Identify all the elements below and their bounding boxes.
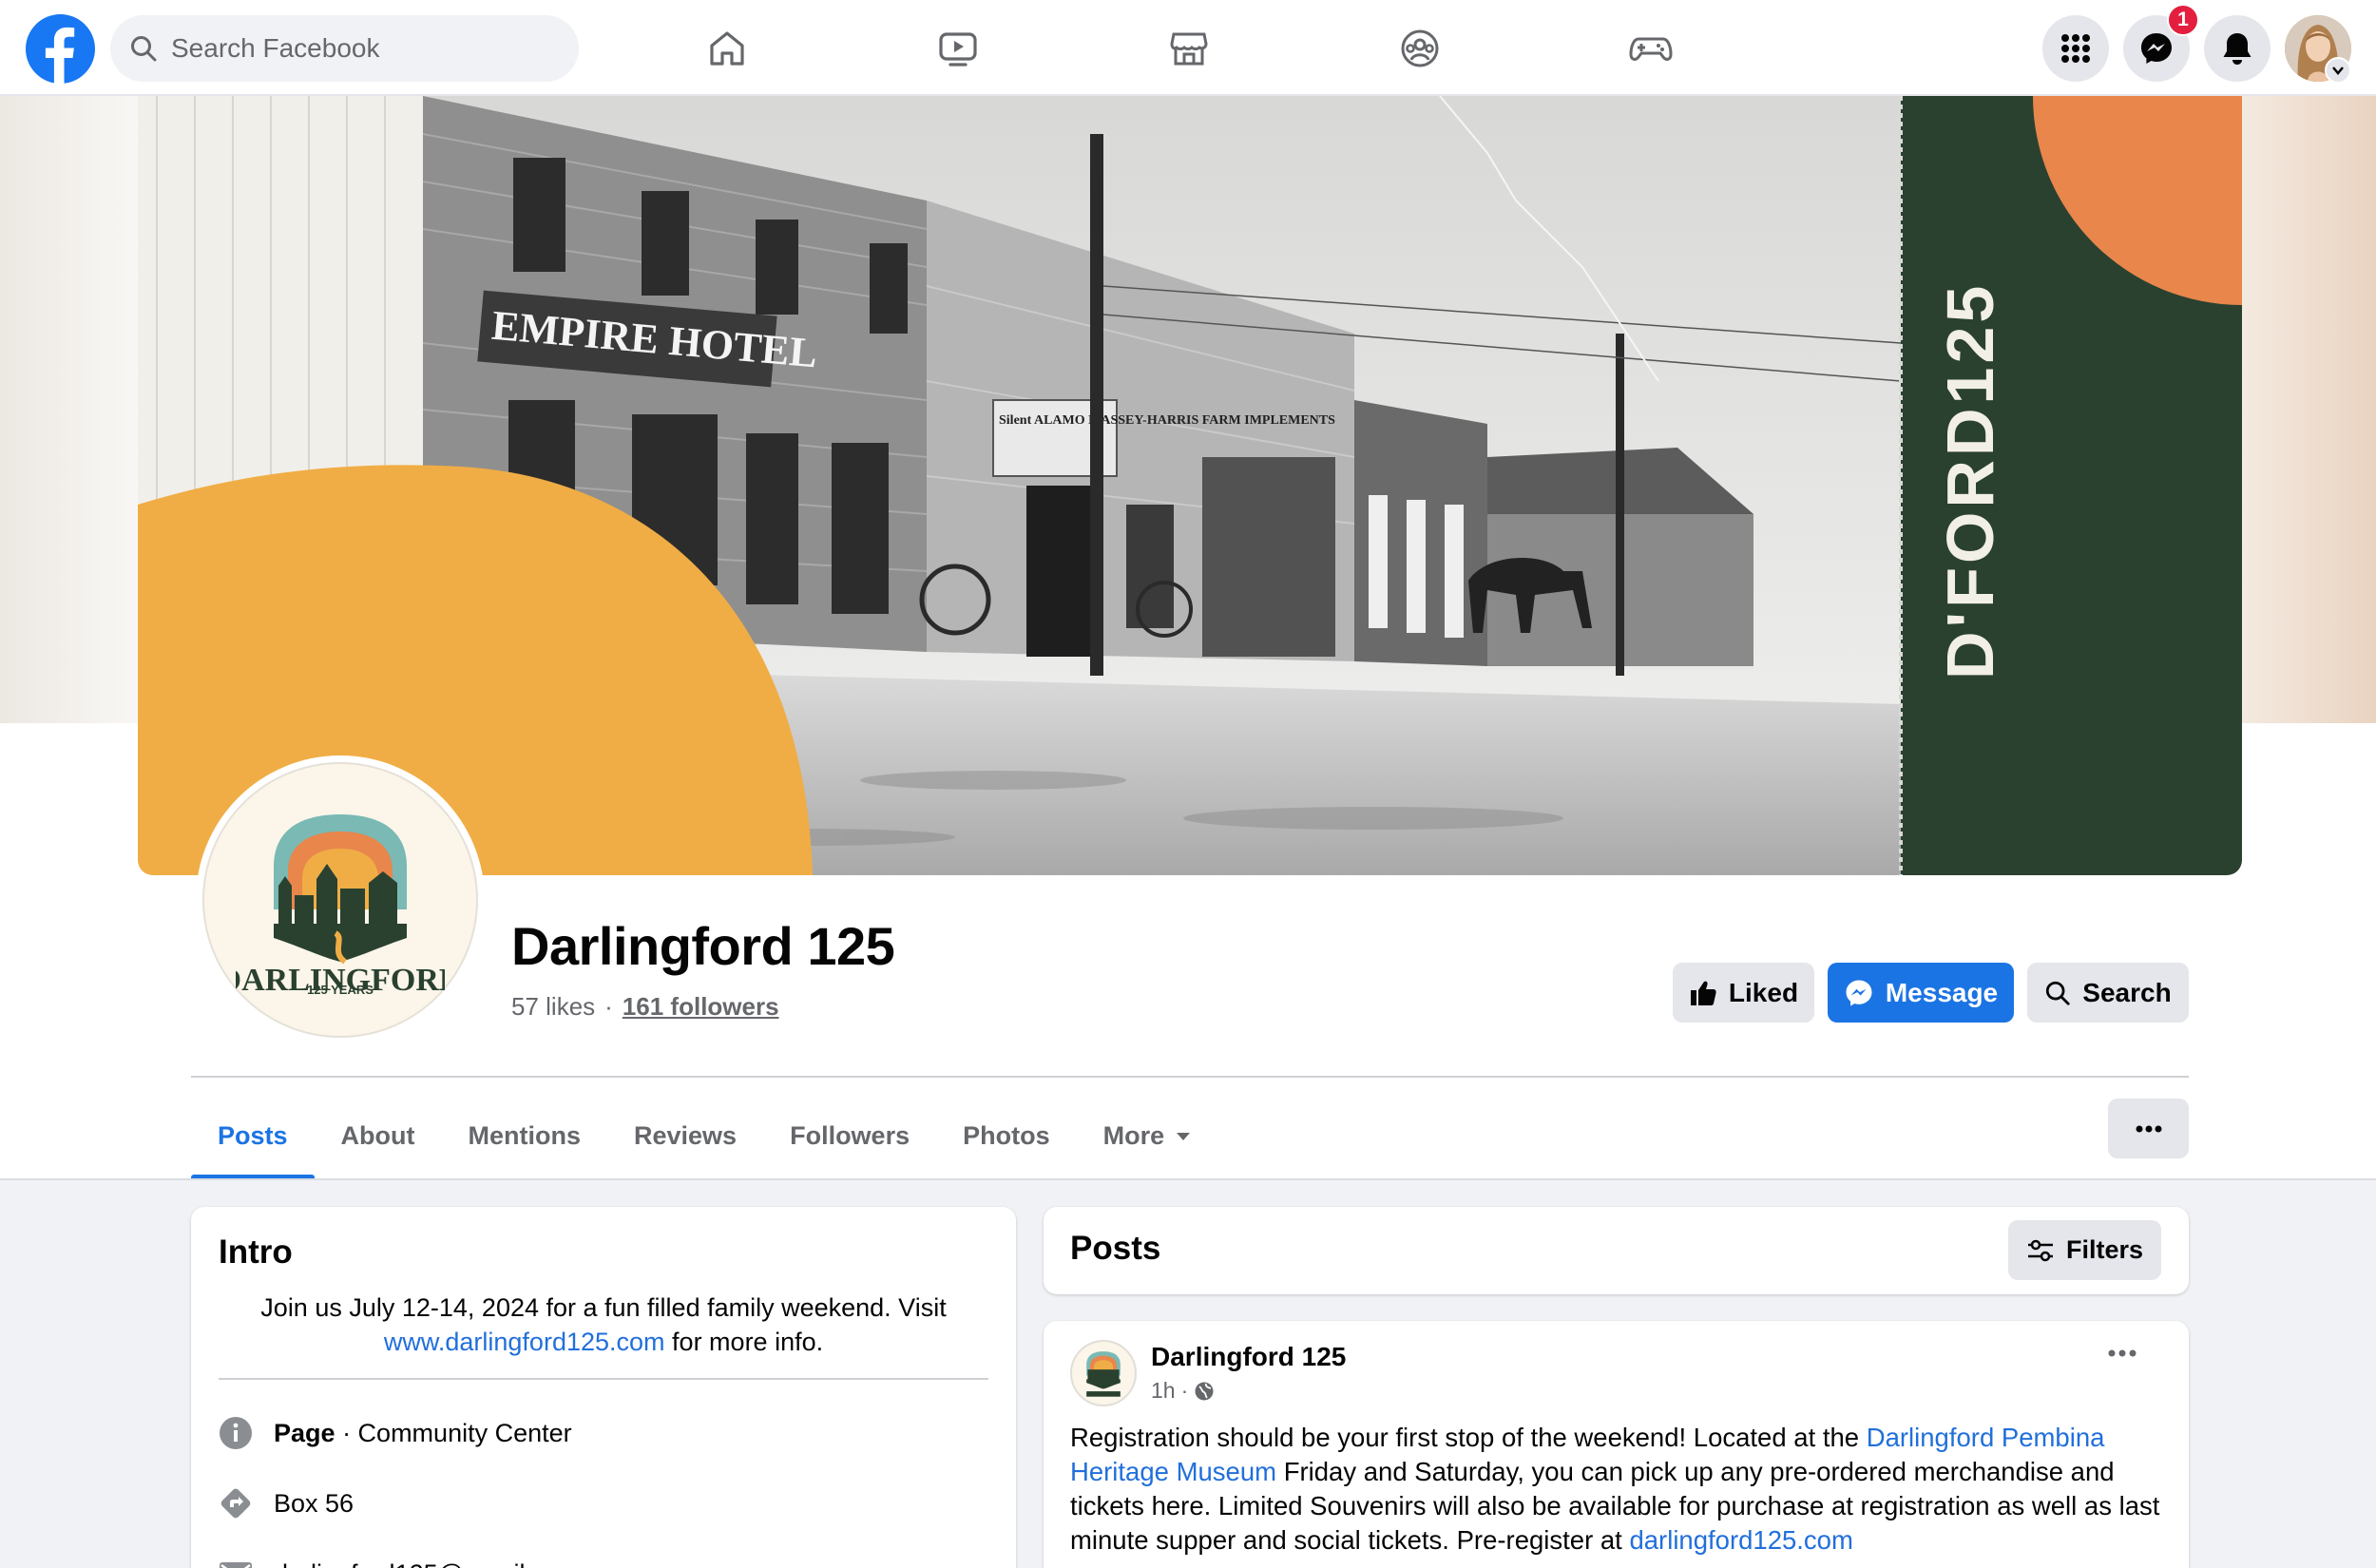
tab-reviews[interactable]: Reviews (607, 1093, 763, 1179)
thumbs-up-icon (1689, 979, 1717, 1007)
search-box[interactable] (110, 15, 579, 82)
profile-tabs: Posts About Mentions Reviews Followers P… (191, 1093, 1217, 1179)
account-chevron-down-icon[interactable] (2325, 57, 2351, 84)
intro-bio: Join us July 12-14, 2024 for a fun fille… (260, 1293, 947, 1356)
ellipsis-icon (2136, 1125, 2162, 1133)
tab-followers[interactable]: Followers (763, 1093, 936, 1179)
home-icon[interactable] (670, 19, 784, 78)
stats-separator: · (604, 992, 613, 1021)
info-icon (219, 1416, 253, 1450)
globe-icon (1194, 1381, 1215, 1402)
page-stats: 57 likes · 161 followers (511, 992, 779, 1022)
caret-down-icon (1176, 1131, 1191, 1142)
register-link[interactable]: darlingford125.com (1629, 1525, 1852, 1555)
post-author-avatar[interactable] (1070, 1340, 1137, 1406)
post-author-name[interactable]: Darlingford 125 (1151, 1342, 1346, 1372)
search-icon (2044, 980, 2071, 1006)
category-value: · Community Center (342, 1418, 572, 1447)
likes-count: 57 likes (511, 992, 596, 1021)
logo-subtext: 125 YEARS (307, 983, 374, 997)
video-icon[interactable] (901, 19, 1015, 78)
facebook-logo-icon[interactable] (26, 14, 95, 84)
category-label: Page (274, 1418, 335, 1447)
cover-photo[interactable]: EMPIRE HOTEL Silent ALAMO MASSEY-HARRIS … (138, 96, 2242, 875)
followers-link[interactable]: 161 followers (623, 992, 779, 1022)
groups-icon[interactable] (1363, 19, 1477, 78)
search-page-button[interactable]: Search (2027, 963, 2189, 1023)
ellipsis-icon (2108, 1349, 2136, 1357)
messenger-badge: 1 (2167, 4, 2199, 36)
tab-about[interactable]: About (315, 1093, 442, 1179)
intro-title: Intro (219, 1233, 293, 1271)
tab-more[interactable]: More (1077, 1093, 1218, 1179)
email-icon (219, 1557, 253, 1568)
notifications-icon[interactable] (2204, 15, 2271, 82)
page-title: Darlingford 125 (511, 916, 895, 976)
cover-side-text: D'FORD125 (1933, 282, 2007, 679)
post-body: Registration should be your first stop o… (1070, 1423, 2160, 1555)
post-options-button[interactable] (2108, 1349, 2136, 1357)
intro-email-row: darlingford125@gmail (219, 1557, 526, 1568)
filters-button[interactable]: Filters (2008, 1220, 2161, 1280)
profile-picture[interactable]: DARLINGFORD (196, 755, 485, 1044)
intro-divider (219, 1378, 988, 1380)
gaming-icon[interactable] (1594, 19, 1708, 78)
filters-icon (2026, 1238, 2055, 1263)
tab-photos[interactable]: Photos (936, 1093, 1077, 1179)
header-divider (191, 1076, 2189, 1078)
message-button[interactable]: Message (1828, 963, 2014, 1023)
liked-button[interactable]: Liked (1673, 963, 1814, 1023)
marketplace-icon[interactable] (1132, 19, 1246, 78)
cover-store-sign: Silent ALAMO MASSEY-HARRIS FARM IMPLEMEN… (999, 413, 1335, 428)
menu-grid-icon[interactable] (2042, 15, 2109, 82)
search-icon (129, 34, 158, 63)
post-meta: 1h · (1151, 1378, 1215, 1404)
directions-icon (219, 1486, 253, 1520)
tab-posts[interactable]: Posts (191, 1093, 315, 1179)
posts-header-card: Posts Filters (1044, 1207, 2189, 1294)
posts-title: Posts (1070, 1230, 1161, 1267)
intro-card: Intro Join us July 12-14, 2024 for a fun… (191, 1207, 1016, 1568)
intro-address-row: Box 56 (219, 1486, 354, 1520)
email-text[interactable]: darlingford125@gmail (274, 1559, 526, 1568)
post-time[interactable]: 1h (1151, 1378, 1176, 1404)
address-text: Box 56 (274, 1488, 354, 1518)
messenger-icon (1844, 978, 1874, 1008)
more-options-button[interactable] (2108, 1099, 2189, 1158)
website-link[interactable]: www.darlingford125.com (384, 1328, 665, 1356)
header-bottom-border (0, 1178, 2376, 1180)
intro-category-row: Page · Community Center (219, 1416, 572, 1450)
search-input[interactable] (171, 33, 551, 64)
top-navigation-bar: 1 (0, 0, 2376, 96)
tab-mentions[interactable]: Mentions (442, 1093, 608, 1179)
post-card: Darlingford 125 1h · Registration should… (1044, 1321, 2189, 1568)
